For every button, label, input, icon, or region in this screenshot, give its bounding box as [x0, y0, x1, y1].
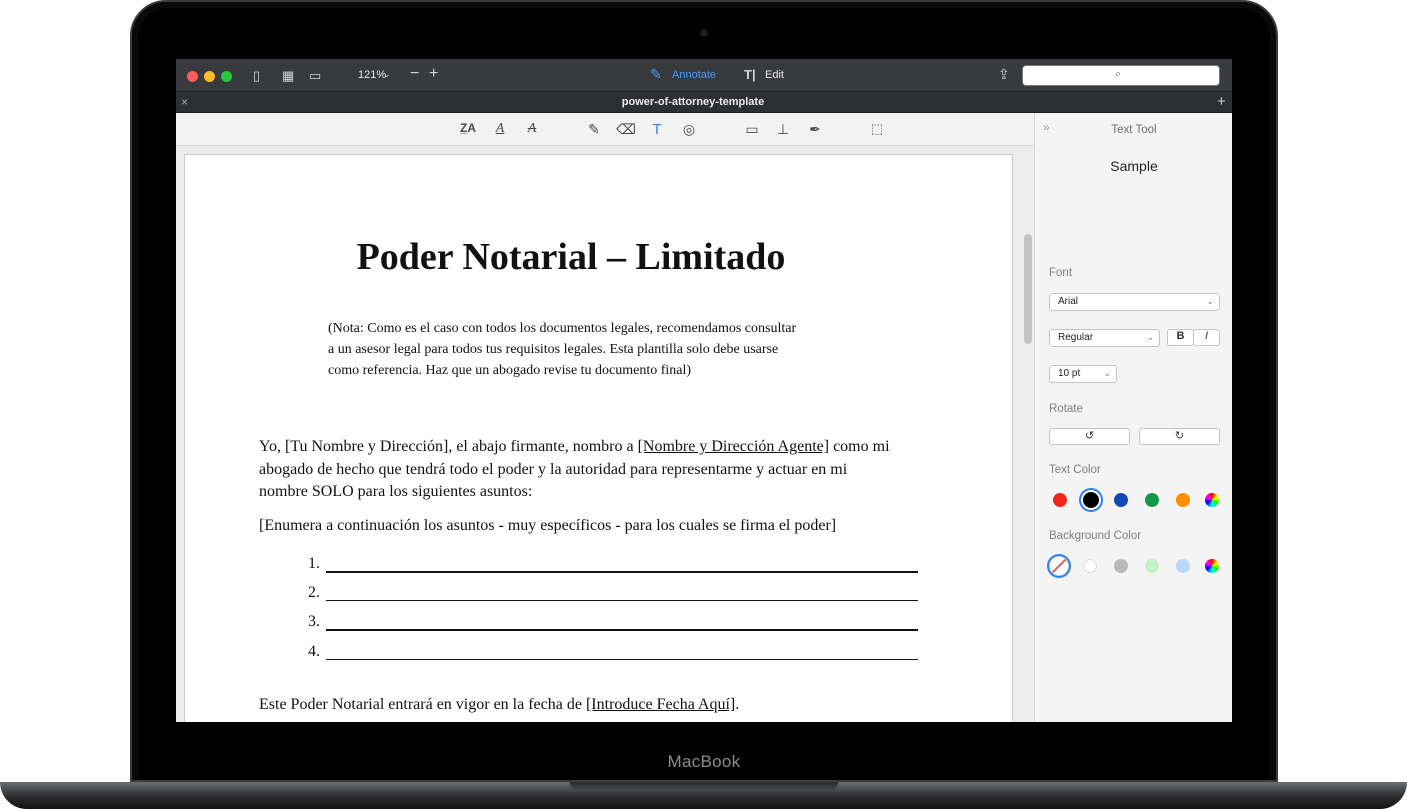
- text-color-red[interactable]: [1053, 493, 1067, 507]
- rotate-ccw-icon: ↺: [1084, 430, 1095, 442]
- edit-mode-button[interactable]: Edit: [765, 69, 784, 81]
- laptop-notch: [570, 782, 838, 791]
- font-size-select[interactable]: 10 pt ⌄: [1049, 365, 1117, 383]
- paragraph-matters: [Enumera a continuación los asuntos - mu…: [259, 517, 837, 534]
- bg-color-white[interactable]: [1083, 559, 1097, 573]
- text-color-label: Text Color: [1049, 464, 1101, 476]
- color-picker-icon[interactable]: [1205, 493, 1219, 507]
- agent-field[interactable]: [Nombre y Dirección Agente]: [638, 438, 829, 455]
- paragraph-effective-date: Este Poder Notarial entrará en vigor en …: [259, 696, 740, 713]
- annotation-toolbar: Z̲A A A ✎ ⌫ T ◎ ▭ ⊥ ✒ ⬚: [176, 113, 1034, 146]
- edit-text-icon: T|: [744, 67, 756, 82]
- grid-view-icon[interactable]: ▦: [282, 68, 294, 84]
- signature-icon[interactable]: ✒: [805, 121, 825, 138]
- zoom-in-icon[interactable]: +: [429, 65, 438, 83]
- shapes-icon[interactable]: ◎: [679, 121, 699, 138]
- note-paragraph: (Nota: Como es el caso con todos los doc…: [328, 318, 796, 381]
- rotate-cw-icon: ↻: [1174, 430, 1185, 442]
- title-bar: ▯ ▦ ▭ 121% ⌄ − + ✎ Annotate T| Edit ⇪ ⌕: [176, 59, 1232, 92]
- tab-bar: × power-of-attorney-template +: [176, 92, 1232, 113]
- note-icon[interactable]: ▭: [742, 121, 762, 138]
- zoom-out-icon[interactable]: −: [410, 65, 419, 83]
- text-tool-icon[interactable]: T: [647, 121, 667, 138]
- strikethrough-icon[interactable]: A: [522, 121, 542, 137]
- underline-icon[interactable]: A: [490, 121, 510, 137]
- list-item[interactable]: 3.: [308, 613, 918, 637]
- bold-button[interactable]: B: [1167, 329, 1194, 346]
- list-item[interactable]: 2.: [308, 584, 918, 608]
- zoom-level[interactable]: 121%: [358, 69, 386, 81]
- pdf-page[interactable]: Poder Notarial – Limitado (Nota: Como es…: [184, 154, 1013, 722]
- search-icon: ⌕: [1115, 68, 1122, 80]
- eraser-icon[interactable]: ⌫: [616, 121, 636, 138]
- note-line: como referencia. Haz que un abogado revi…: [328, 363, 692, 378]
- selection-icon[interactable]: ⬚: [867, 121, 887, 137]
- rotate-label: Rotate: [1049, 403, 1083, 415]
- note-line: a un asesor legal para todos tus requisi…: [328, 342, 779, 357]
- font-style-select[interactable]: Regular ⌄: [1049, 329, 1160, 347]
- rotate-left-button[interactable]: ↺: [1049, 428, 1130, 445]
- annotate-pen-icon: ✎: [650, 66, 662, 82]
- pencil-icon[interactable]: ✎: [584, 121, 604, 138]
- font-sample: Sample: [1110, 158, 1158, 174]
- camera-icon: [700, 29, 708, 37]
- text-markup-icon[interactable]: Z̲A: [458, 121, 478, 135]
- minimize-window-button[interactable]: [204, 71, 215, 82]
- text-color-black-selected[interactable]: [1081, 490, 1101, 510]
- text-color-green[interactable]: [1145, 493, 1159, 507]
- new-tab-icon[interactable]: +: [1217, 93, 1226, 110]
- two-page-view-icon[interactable]: ▭: [309, 68, 321, 84]
- text-color-blue[interactable]: [1114, 493, 1128, 507]
- font-family-select[interactable]: Arial ⌄: [1049, 293, 1220, 311]
- chevron-down-icon: ⌄: [1103, 368, 1111, 378]
- rotate-right-button[interactable]: ↻: [1139, 428, 1220, 445]
- vertical-scrollbar[interactable]: [1024, 234, 1032, 344]
- color-picker-icon[interactable]: [1205, 559, 1219, 573]
- font-label: Font: [1049, 267, 1073, 279]
- device-brand: MacBook: [667, 752, 741, 771]
- date-field[interactable]: [Introduce Fecha Aquí]: [586, 696, 735, 713]
- tab-document[interactable]: power-of-attorney-template: [176, 96, 1210, 108]
- inspector-title: Text Tool: [1111, 124, 1157, 136]
- app-window: ▯ ▦ ▭ 121% ⌄ − + ✎ Annotate T| Edit ⇪ ⌕ …: [176, 59, 1232, 722]
- sidebar-view-icon[interactable]: ▯: [253, 68, 260, 84]
- bg-color-light-green[interactable]: [1145, 559, 1159, 573]
- list-item[interactable]: 4.: [308, 643, 918, 667]
- text-tool-inspector: » Text Tool Sample Font Arial ⌄ Regular ⌄ …: [1034, 113, 1232, 722]
- text-color-orange[interactable]: [1176, 493, 1190, 507]
- zoom-window-button[interactable]: [221, 71, 232, 82]
- close-window-button[interactable]: [187, 71, 198, 82]
- annotate-mode-button[interactable]: Annotate: [672, 69, 716, 81]
- note-line: (Nota: Como es el caso con todos los doc…: [328, 321, 797, 336]
- paragraph-appointment: Yo, [Tu Nombre y Dirección], el abajo fi…: [259, 438, 890, 500]
- share-icon[interactable]: ⇪: [998, 66, 1010, 83]
- bg-color-gray[interactable]: [1114, 559, 1128, 573]
- background-color-label: Background Color: [1049, 530, 1142, 542]
- chevron-down-icon: ⌄: [1206, 296, 1214, 306]
- list-item[interactable]: 1.: [308, 555, 918, 579]
- bg-color-light-blue[interactable]: [1176, 559, 1190, 573]
- chevron-down-icon: ⌄: [1146, 332, 1154, 342]
- search-input[interactable]: ⌕: [1022, 65, 1220, 86]
- macbook-frame: MacBook ▯ ▦ ▭ 121% ⌄ − + ✎ Annotate T| E…: [0, 0, 1407, 809]
- stamp-icon[interactable]: ⊥: [773, 121, 793, 138]
- document-viewport[interactable]: Poder Notarial – Limitado (Nota: Como es…: [176, 146, 1034, 722]
- no-color-selected-icon[interactable]: [1049, 556, 1069, 576]
- italic-button[interactable]: I: [1193, 329, 1220, 346]
- chevron-down-icon[interactable]: ⌄: [383, 69, 391, 80]
- page-title: Poder Notarial – Limitado: [356, 236, 786, 278]
